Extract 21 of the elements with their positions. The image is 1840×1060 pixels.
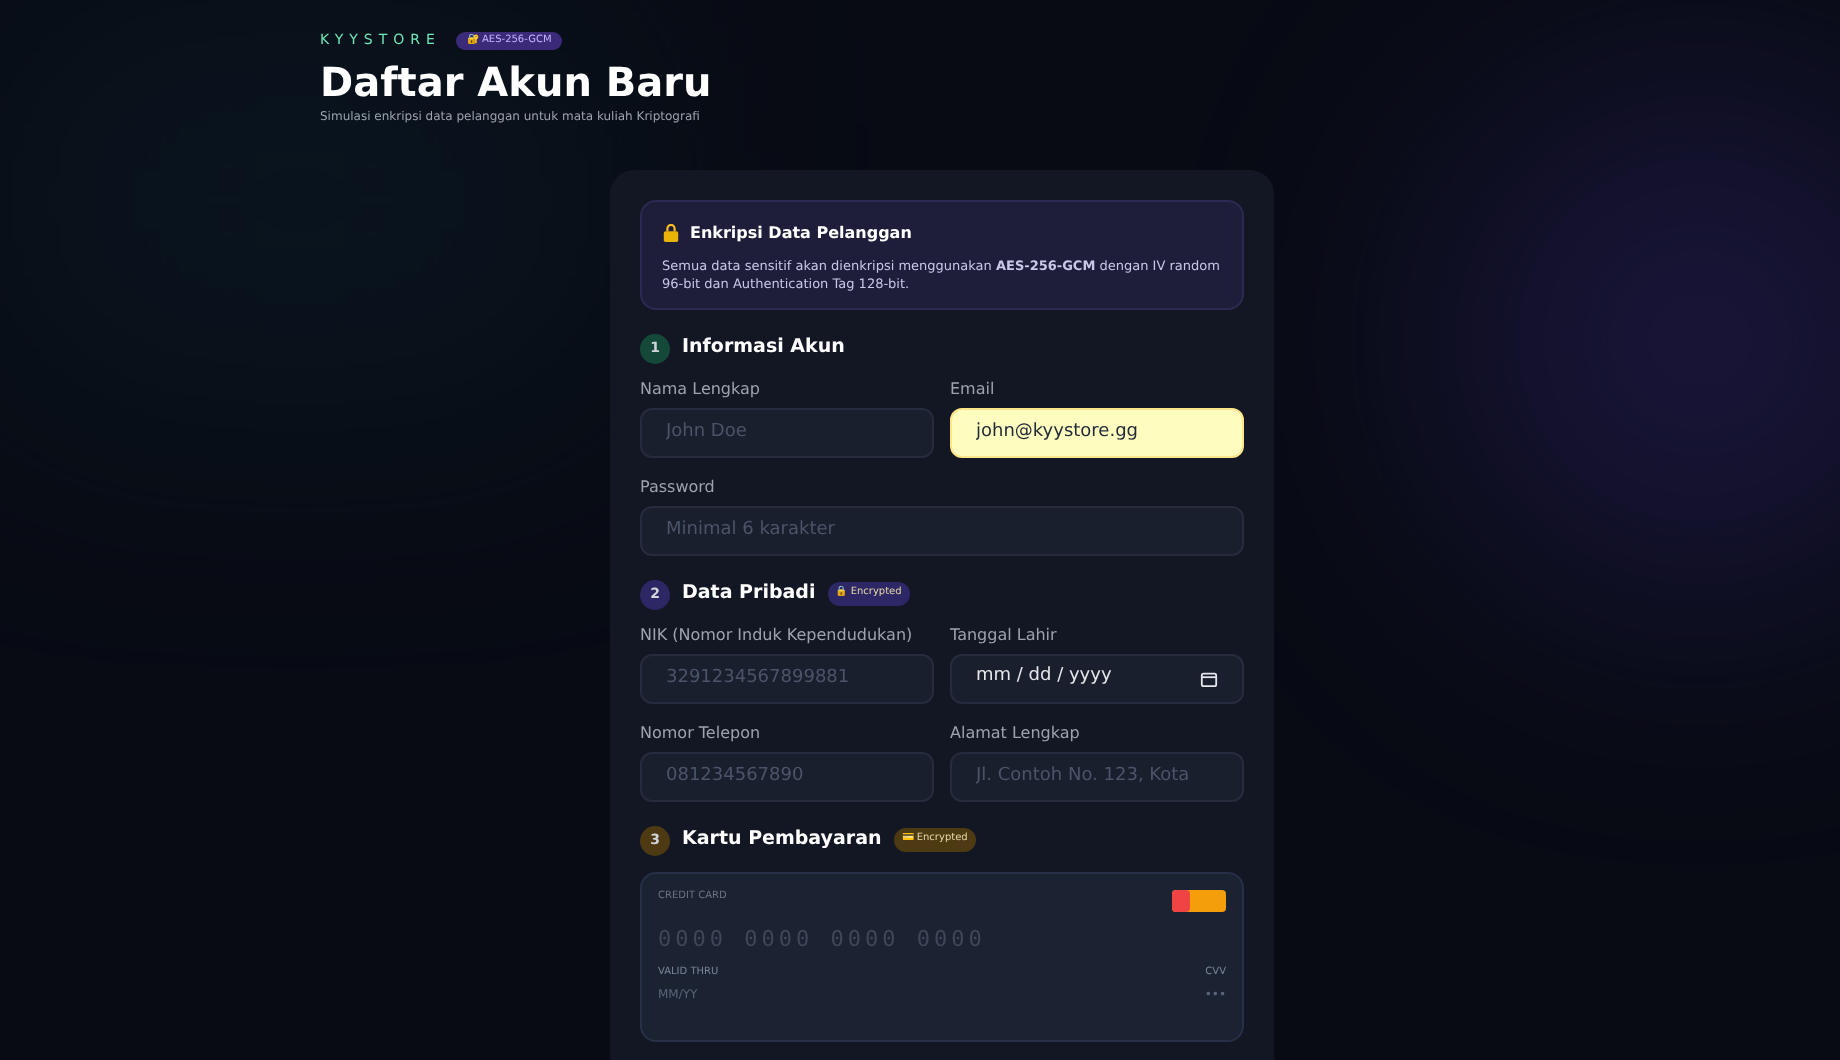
page-title: Daftar Akun Baru <box>320 55 714 107</box>
section-title: Data Pribadi <box>682 579 816 608</box>
input-field[interactable]: john@kyystore.gg <box>950 407 1244 457</box>
date-field[interactable]: mm / dd / yyyy <box>950 653 1244 703</box>
section-title: Informasi Akun <box>682 333 845 362</box>
card-chip-icon <box>1172 889 1226 911</box>
field-label: NIK (Nomor Induk Kependudukan) <box>640 623 915 647</box>
input-field[interactable]: Minimal 6 karakter <box>640 505 1244 555</box>
calendar-icon[interactable] <box>1200 669 1218 687</box>
input-field[interactable]: 081234567890 <box>640 751 934 801</box>
field-label: Email <box>950 377 997 401</box>
field-label: Nama Lengkap <box>640 377 762 401</box>
info-title: Enkripsi Data Pelanggan <box>690 221 912 245</box>
field-label: Nomor Telepon <box>640 721 763 745</box>
field-label: Tanggal Lahir <box>950 623 1059 647</box>
field-label: Alamat Lengkap <box>950 721 1082 745</box>
lock-icon <box>662 224 680 242</box>
field-label: Password <box>640 475 717 499</box>
date-value: mm / dd / yyyy <box>976 664 1112 691</box>
section-title: Kartu Pembayaran <box>682 825 882 854</box>
input-field[interactable]: 3291234567899881 <box>640 653 934 703</box>
